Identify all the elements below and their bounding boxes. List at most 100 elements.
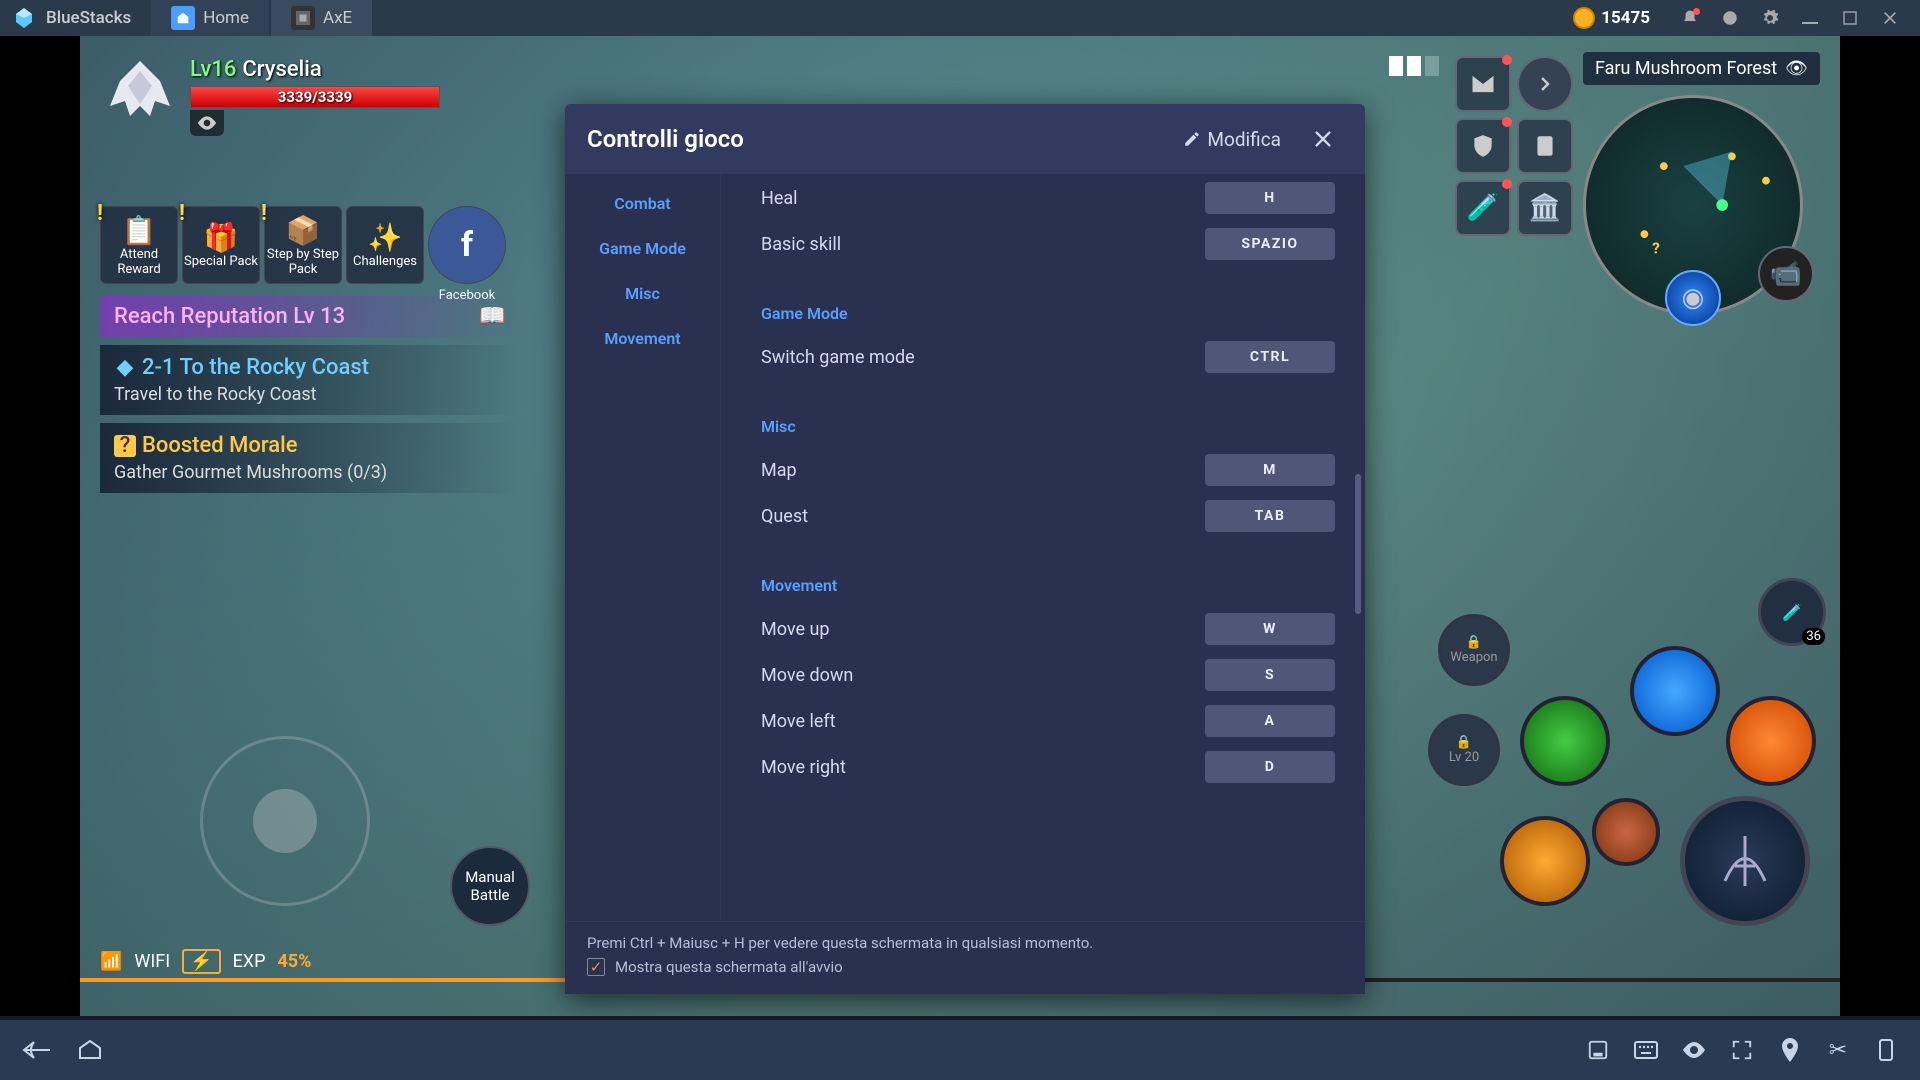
exp-label: EXP xyxy=(233,951,266,972)
quest-item[interactable]: ◆2-1 To the Rocky Coast Travel to the Ro… xyxy=(100,345,520,415)
book-icon[interactable]: 📖 xyxy=(479,304,506,329)
sidebar-item-misc[interactable]: Misc xyxy=(625,284,660,303)
skill-button-2[interactable] xyxy=(1630,646,1720,736)
reputation-banner[interactable]: Reach Reputation Lv 13 📖 xyxy=(100,296,520,337)
section-label-movement: Movement xyxy=(761,576,1335,595)
show-on-start-checkbox[interactable]: ✓ xyxy=(587,958,605,976)
key-box[interactable]: A xyxy=(1205,705,1335,737)
bank-icon[interactable]: 🏛️ xyxy=(1517,180,1573,236)
virtual-joystick[interactable] xyxy=(200,736,370,906)
scrollbar-thumb[interactable] xyxy=(1355,474,1361,614)
step-pack-button[interactable]: !📦Step by Step Pack xyxy=(264,206,342,284)
key-box[interactable]: TAB xyxy=(1205,500,1335,532)
bell-icon[interactable] xyxy=(1678,6,1702,30)
section-label-misc: Misc xyxy=(761,417,1335,436)
key-box[interactable]: M xyxy=(1205,454,1335,486)
skill-button-3[interactable] xyxy=(1520,696,1610,786)
minimize-icon[interactable] xyxy=(1798,6,1822,30)
maximize-icon[interactable] xyxy=(1838,6,1862,30)
tab-home[interactable]: Home xyxy=(151,0,269,36)
fullscreen-icon[interactable] xyxy=(1728,1036,1756,1064)
bluestacks-title: BlueStacks xyxy=(46,8,131,28)
section-label-gamemode: Game Mode xyxy=(761,304,1335,323)
quest-marker-icon: ? xyxy=(114,435,136,457)
key-box[interactable]: SPAZIO xyxy=(1205,228,1335,260)
player-avatar[interactable] xyxy=(100,56,180,136)
keybind-row: Basic skill SPAZIO xyxy=(761,228,1335,260)
keybind-row: Move down S xyxy=(761,659,1335,691)
potion-shop-icon[interactable]: 🧪 xyxy=(1455,180,1511,236)
shield-icon[interactable] xyxy=(1455,118,1511,174)
visibility-toggle[interactable] xyxy=(190,110,224,136)
key-box[interactable]: D xyxy=(1205,751,1335,783)
collapse-icon[interactable] xyxy=(1517,56,1573,112)
sidebar-item-movement[interactable]: Movement xyxy=(604,329,680,348)
quest-item[interactable]: ?Boosted Morale Gather Gourmet Mushrooms… xyxy=(100,423,520,493)
key-box[interactable]: W xyxy=(1205,613,1335,645)
left-menu-buttons: !📋Attend Reward !🎁Special Pack !📦Step by… xyxy=(100,206,506,284)
scroll-icon[interactable] xyxy=(1517,118,1573,174)
weapon-lock-slot[interactable]: 🔒Weapon xyxy=(1438,614,1510,686)
account-icon[interactable] xyxy=(1718,6,1742,30)
home-button[interactable] xyxy=(76,1038,104,1062)
dialog-header: Controlli gioco Modifica xyxy=(565,104,1365,174)
challenges-button[interactable]: ✨Challenges xyxy=(346,206,424,284)
dialog-body: Combat Game Mode Misc Movement Heal H Ba… xyxy=(565,174,1365,921)
signal-icon: 📶 xyxy=(100,951,122,972)
potion-slot[interactable]: 🧪36 xyxy=(1758,578,1826,646)
game-viewport: Lv16Cryselia 3339/3339 !📋Attend Reward !… xyxy=(0,36,1920,1016)
basic-attack-button[interactable] xyxy=(1680,796,1810,926)
skill-button-1[interactable] xyxy=(1726,696,1816,786)
keybind-row: Map M xyxy=(761,454,1335,486)
apps-icon[interactable] xyxy=(1584,1036,1612,1064)
manual-battle-button[interactable]: Manual Battle xyxy=(450,846,530,926)
facebook-button[interactable]: fFacebook xyxy=(428,206,506,284)
quest-marker-icon: ◆ xyxy=(114,357,136,379)
player-name: Cryselia xyxy=(242,57,321,82)
keybind-row: Move left A xyxy=(761,705,1335,737)
hp-bar: 3339/3339 xyxy=(190,86,440,108)
keyboard-icon[interactable] xyxy=(1632,1036,1660,1064)
skill-button-5[interactable] xyxy=(1592,798,1660,866)
close-icon xyxy=(1312,128,1334,150)
camera-icon[interactable]: 📹 xyxy=(1758,246,1814,302)
zone-name[interactable]: Faru Mushroom Forest 👁 xyxy=(1583,52,1820,85)
gear-icon[interactable] xyxy=(1758,6,1782,30)
coin-icon xyxy=(1573,7,1595,29)
close-button[interactable] xyxy=(1303,119,1343,159)
keybind-row: Switch game mode CTRL xyxy=(761,341,1335,373)
level-lock-slot[interactable]: 🔒Lv 20 xyxy=(1428,714,1500,786)
dialog-sidebar: Combat Game Mode Misc Movement xyxy=(565,174,720,921)
eye-icon[interactable] xyxy=(1680,1036,1708,1064)
edit-button[interactable]: Modifica xyxy=(1183,128,1281,151)
sidebar-item-combat[interactable]: Combat xyxy=(614,194,670,213)
tab-axe[interactable]: AxE xyxy=(271,0,372,36)
top-right-hud: 🧪 🏛️ Faru Mushroom Forest 👁 ? ◉ xyxy=(1389,56,1820,315)
key-box[interactable]: CTRL xyxy=(1205,341,1335,373)
joystick-nub xyxy=(253,789,317,853)
mail-icon[interactable] xyxy=(1455,56,1511,112)
location-icon[interactable] xyxy=(1776,1036,1804,1064)
minimap[interactable]: ? ◉ 📹 xyxy=(1583,95,1803,315)
coin-balance[interactable]: 15475 xyxy=(1573,7,1650,29)
key-box[interactable]: S xyxy=(1205,659,1335,691)
key-box[interactable]: H xyxy=(1205,182,1335,214)
potion-count: 36 xyxy=(1802,628,1825,645)
player-level: Lv16 xyxy=(190,57,236,82)
scissors-icon[interactable]: ✂ xyxy=(1824,1036,1852,1064)
sidebar-item-gamemode[interactable]: Game Mode xyxy=(599,239,686,258)
compass-icon[interactable]: ◉ xyxy=(1665,270,1721,326)
special-pack-button[interactable]: !🎁Special Pack xyxy=(182,206,260,284)
back-button[interactable] xyxy=(20,1038,52,1062)
lock-label: Weapon xyxy=(1450,650,1497,665)
manual-battle-label: Manual Battle xyxy=(452,868,528,904)
skill-button-4[interactable] xyxy=(1500,816,1590,906)
phone-icon[interactable] xyxy=(1872,1036,1900,1064)
quest-title-text: Boosted Morale xyxy=(142,433,298,458)
dialog-content[interactable]: Heal H Basic skill SPAZIO Game Mode Swit… xyxy=(720,174,1365,921)
menu-label: Special Pack xyxy=(184,254,258,269)
keybind-row: Quest TAB xyxy=(761,500,1335,532)
attend-reward-button[interactable]: !📋Attend Reward xyxy=(100,206,178,284)
close-icon[interactable] xyxy=(1878,6,1902,30)
eye-icon: 👁 xyxy=(1785,58,1808,79)
